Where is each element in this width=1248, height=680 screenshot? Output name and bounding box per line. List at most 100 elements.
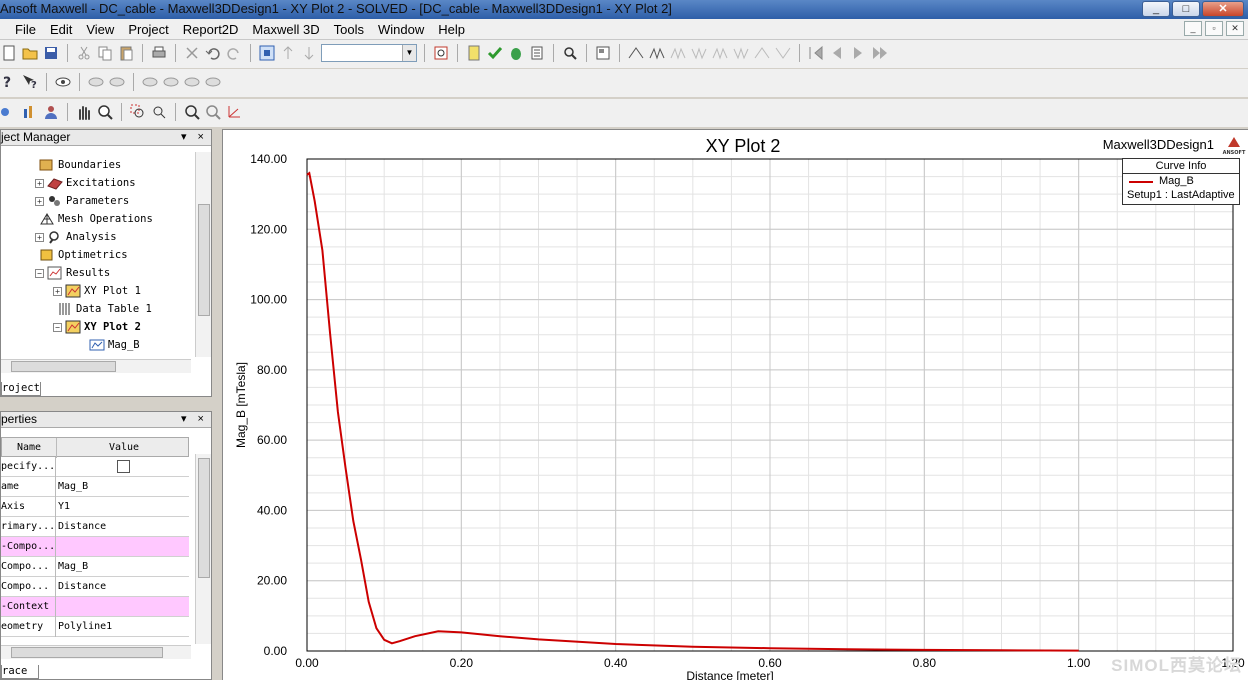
tree-item-xy-plot-1[interactable]: + XY Plot 1 — [53, 282, 141, 300]
tree-item-mag-b[interactable]: Mag_B — [89, 336, 140, 354]
open-folder-icon[interactable] — [21, 44, 39, 62]
xy-plot-chart[interactable]: 0.00 0.20 0.40 0.60 0.80 1.00 1.200.0020.0040.… — [223, 130, 1248, 680]
menu-edit[interactable]: Edit — [43, 22, 79, 37]
properties-vertical-scrollbar[interactable] — [195, 454, 211, 644]
table-row-group[interactable]: -Compo... — [1, 537, 189, 557]
analyze-icon[interactable] — [507, 44, 525, 62]
help-icon[interactable]: ? — [0, 73, 18, 91]
table-row[interactable]: ame Mag_B — [1, 477, 189, 497]
tree-item-parameters[interactable]: + Parameters — [35, 192, 129, 210]
move-down-icon[interactable] — [300, 44, 318, 62]
scrollbar-thumb[interactable] — [198, 458, 210, 578]
table-row[interactable]: Compo... Mag_B — [1, 557, 189, 577]
validate-icon[interactable] — [465, 44, 483, 62]
menu-file[interactable]: File — [8, 22, 43, 37]
paste-icon[interactable] — [117, 44, 135, 62]
expand-icon[interactable]: + — [35, 178, 44, 188]
zoom-icon[interactable] — [561, 44, 579, 62]
close-button[interactable]: ✕ — [1202, 1, 1244, 17]
tab-trace[interactable]: race — [1, 665, 39, 679]
expand-icon[interactable]: + — [53, 286, 62, 296]
scrollbar-thumb[interactable] — [11, 361, 116, 372]
panel-buttons[interactable]: ▾ × — [181, 130, 208, 145]
view-eye-5-icon[interactable] — [162, 73, 180, 91]
xy-plot-window[interactable]: 0.00 0.20 0.40 0.60 0.80 1.00 1.20 0.00 20.00 40.… — [222, 129, 1248, 680]
curve-8-icon[interactable] — [774, 44, 792, 62]
tree-item-mesh-operations[interactable]: Mesh Operations — [39, 210, 153, 228]
table-row[interactable]: Compo... Distance — [1, 577, 189, 597]
collapse-icon[interactable]: − — [53, 322, 62, 332]
last-frame-icon[interactable] — [870, 44, 888, 62]
fit-selection-icon[interactable] — [204, 103, 222, 121]
next-frame-icon[interactable] — [849, 44, 867, 62]
copy-icon[interactable] — [96, 44, 114, 62]
cut-icon[interactable] — [75, 44, 93, 62]
table-row[interactable]: pecify... — [1, 457, 189, 477]
menu-window[interactable]: Window — [371, 22, 431, 37]
curve-2-icon[interactable] — [648, 44, 666, 62]
curve-6-icon[interactable] — [732, 44, 750, 62]
properties-horizontal-scrollbar[interactable] — [1, 645, 191, 659]
tree-horizontal-scrollbar[interactable] — [1, 359, 191, 373]
menu-help[interactable]: Help — [431, 22, 472, 37]
menu-project[interactable]: Project — [121, 22, 175, 37]
scrollbar-thumb[interactable] — [198, 204, 210, 316]
zoom-prev-icon[interactable] — [150, 103, 168, 121]
undo-icon[interactable] — [204, 44, 222, 62]
view-eye-7-icon[interactable] — [204, 73, 222, 91]
delete-icon[interactable] — [183, 44, 201, 62]
tree-vertical-scrollbar[interactable] — [195, 152, 211, 357]
zoom-window-icon[interactable] — [129, 103, 147, 121]
table-row[interactable]: Axis Y1 — [1, 497, 189, 517]
first-frame-icon[interactable] — [807, 44, 825, 62]
maximize-button[interactable]: □ — [1172, 1, 1200, 17]
table-row-group[interactable]: -Context — [1, 597, 189, 617]
user-icon[interactable] — [42, 103, 60, 121]
menu-maxwell3d[interactable]: Maxwell 3D — [245, 22, 326, 37]
redo-icon[interactable] — [225, 44, 243, 62]
mdi-restore-button[interactable]: ▫ — [1205, 21, 1223, 36]
scrollbar-thumb[interactable] — [11, 647, 163, 658]
info-icon[interactable] — [432, 44, 450, 62]
curve-info-legend[interactable]: Curve Info Mag_B Setup1 : LastAdaptive — [1122, 158, 1240, 205]
menu-view[interactable]: View — [79, 22, 121, 37]
tree-item-boundaries[interactable]: Boundaries — [39, 156, 121, 174]
view-eye-4-icon[interactable] — [141, 73, 159, 91]
view-eye-2-icon[interactable] — [87, 73, 105, 91]
minimize-button[interactable]: _ — [1142, 1, 1170, 17]
move-up-icon[interactable] — [279, 44, 297, 62]
tree-item-optimetrics[interactable]: Optimetrics — [39, 246, 128, 264]
fit-all-icon[interactable] — [183, 103, 201, 121]
curve-3-icon[interactable] — [669, 44, 687, 62]
print-icon[interactable] — [150, 44, 168, 62]
view-eye-6-icon[interactable] — [183, 73, 201, 91]
tree-item-analysis[interactable]: + Analysis — [35, 228, 117, 246]
zoom-in-out-icon[interactable] — [96, 103, 114, 121]
curve-4-icon[interactable] — [690, 44, 708, 62]
collapse-icon[interactable]: − — [35, 268, 44, 278]
model-icon[interactable] — [0, 103, 18, 121]
specify-checkbox[interactable] — [117, 460, 130, 473]
tree-item-excitations[interactable]: + Excitations — [35, 174, 136, 192]
mdi-close-button[interactable]: ✕ — [1226, 21, 1244, 36]
table-row[interactable]: eometry Polyline1 — [1, 617, 189, 637]
tree-item-results[interactable]: − Results — [35, 264, 110, 282]
panel-buttons[interactable]: ▾ × — [181, 412, 208, 427]
bar-chart-icon[interactable] — [21, 103, 39, 121]
curve-5-icon[interactable] — [711, 44, 729, 62]
selection-dropdown[interactable]: ▼ — [321, 44, 417, 62]
menu-tools[interactable]: Tools — [327, 22, 371, 37]
menu-report2d[interactable]: Report2D — [176, 22, 246, 37]
table-row[interactable]: rimary... Distance — [1, 517, 189, 537]
tree-item-data-table-1[interactable]: Data Table 1 — [57, 300, 152, 318]
expand-icon[interactable]: + — [35, 196, 44, 206]
view-eye-icon[interactable] — [54, 73, 72, 91]
results-icon[interactable] — [528, 44, 546, 62]
new-file-icon[interactable] — [0, 44, 18, 62]
tab-project[interactable]: roject — [1, 382, 41, 396]
axis-icon[interactable] — [225, 103, 243, 121]
prev-frame-icon[interactable] — [828, 44, 846, 62]
mdi-minimize-button[interactable]: _ — [1184, 21, 1202, 36]
select-mode-icon[interactable] — [258, 44, 276, 62]
report-icon[interactable] — [594, 44, 612, 62]
